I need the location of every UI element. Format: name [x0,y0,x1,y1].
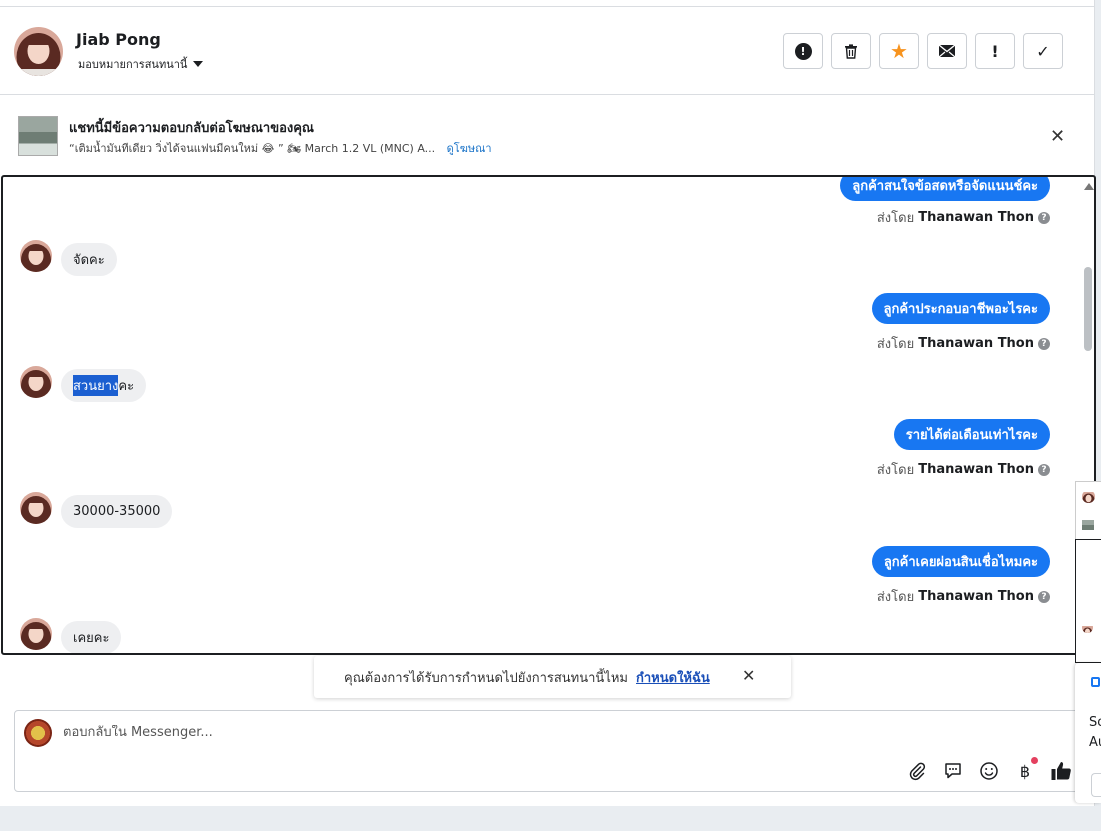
sender-name: Thanawan Thon [918,462,1034,477]
baht-payment-icon: ฿ [1019,761,1031,781]
side-panel-card: So Au [1075,663,1101,803]
mark-unread-button[interactable] [927,33,967,69]
saved-reply-icon [945,763,961,779]
star-button[interactable]: ★ [879,33,919,69]
thumbs-up-icon [1051,762,1071,780]
mark-spam-button[interactable]: ! [783,33,823,69]
conversation-header: Jiab Pong มอบหมายการสนทนานี้ ! ★ ! ✓ [0,7,1095,95]
outgoing-message[interactable]: ลูกค้าประกอบอาชีพอะไรคะ [871,293,1050,324]
outgoing-message[interactable]: รายได้ต่อเดือนเท่าไรคะ [893,419,1050,450]
incoming-message[interactable]: เคยคะ [61,621,122,653]
delete-button[interactable] [831,33,871,69]
side-chat-panel: So Au [1075,481,1101,821]
ad-banner-title: แชทนี้มีข้อความตอบกลับต่อโฆษณาของคุณ [69,121,314,136]
ad-caption: “เติมน้ำมันทีเดียว วิ่งได้จนแฟนมีคนใหม่ … [69,142,436,155]
assign-to-me-link[interactable]: กำหนดให้ฉัน [636,667,710,688]
payment-button[interactable]: ฿ [1013,757,1038,783]
trash-icon [845,44,857,59]
sender-name: Thanawan Thon [918,210,1034,225]
incoming-message[interactable]: 30000-35000 [61,495,173,528]
contact-avatar-small[interactable] [20,618,52,650]
sender-name: Thanawan Thon [918,589,1034,604]
follow-up-button[interactable]: ! [975,33,1015,69]
side-panel-text: So [1089,715,1101,730]
exclamation-icon: ! [991,41,999,61]
sent-by-label: ส่งโดย Thanawan Thon ? [877,207,1050,228]
incoming-message[interactable]: จัดคะ [61,243,117,276]
emoji-icon [980,762,998,780]
close-icon[interactable]: ✕ [1050,126,1065,147]
help-icon[interactable]: ? [1038,463,1050,476]
side-panel-thread [1075,539,1101,663]
paperclip-icon [909,762,926,781]
mail-icon [938,44,956,58]
ad-thumbnail[interactable] [18,116,58,156]
sent-by-prefix: ส่งโดย [876,463,915,478]
outgoing-message[interactable]: ลูกค้าเคยผ่อนสินเชื่อไหมคะ [871,546,1050,577]
header-actions: ! ★ ! ✓ [783,33,1063,69]
contact-avatar-small[interactable] [20,366,52,398]
side-panel-text: Au [1089,735,1101,750]
contact-avatar-mini[interactable] [1082,490,1095,503]
sender-name: Thanawan Thon [918,336,1034,351]
reply-input[interactable] [63,725,763,740]
page: Jiab Pong มอบหมายการสนทนานี้ ! ★ ! ✓ แชท… [0,0,1101,831]
conversation-panel: Jiab Pong มอบหมายการสนทนานี้ ! ★ ! ✓ แชท… [0,0,1096,806]
scrollbar-thumb[interactable] [1084,267,1092,351]
sent-by-label: ส่งโดย Thanawan Thon ? [877,459,1050,480]
message-thread[interactable]: ลูกค้าสนใจข้อสดหรือจัดแนนช์คะ ส่งโดย Tha… [1,175,1096,655]
contact-avatar-small[interactable] [20,240,52,272]
attach-button[interactable] [905,759,929,783]
caret-down-icon [193,61,204,67]
sent-by-prefix: ส่งโดย [876,590,915,605]
selected-text[interactable]: สวนยาง [73,375,119,396]
side-panel-button[interactable] [1091,773,1101,797]
ad-banner-subtitle: “เติมน้ำมันทีเดียว วิ่งได้จนแฟนมีคนใหม่ … [69,139,492,157]
scroll-up-arrow-icon[interactable] [1084,183,1094,190]
contact-name[interactable]: Jiab Pong [76,30,161,49]
close-icon[interactable]: ✕ [742,666,755,685]
view-ad-link[interactable]: ดูโฆษณา [447,142,492,155]
ad-reply-banner: แชทนี้มีข้อความตอบกลับต่อโฆษณาของคุณ “เต… [0,96,1095,174]
contact-avatar-small[interactable] [20,492,52,524]
ad-thumbnail-mini[interactable] [1082,520,1094,530]
assign-prompt-toast: คุณต้องการได้รับการกำหนดไปยังการสนทนานี้… [314,656,791,698]
saved-reply-button[interactable] [941,759,965,783]
check-icon: ✓ [1036,41,1050,61]
sent-by-prefix: ส่งโดย [876,211,915,226]
mark-done-button[interactable]: ✓ [1023,33,1063,69]
outgoing-message[interactable]: ลูกค้าสนใจข้อสดหรือจัดแนนช์คะ [840,177,1050,201]
alert-circle-icon: ! [794,42,812,60]
help-icon[interactable]: ? [1038,337,1050,350]
emoji-button[interactable] [977,759,1001,783]
sent-by-label: ส่งโดย Thanawan Thon ? [877,333,1050,354]
composer-tools: ฿ [905,757,1073,783]
assign-label: มอบหมายการสนทนานี้ [78,58,188,71]
side-panel-header [1075,481,1101,539]
assign-conversation-dropdown[interactable]: มอบหมายการสนทนานี้ [78,55,204,73]
sent-by-label: ส่งโดย Thanawan Thon ? [877,586,1050,607]
contact-avatar[interactable] [14,27,63,76]
star-icon: ★ [890,39,908,63]
message-text: คะ [118,379,135,394]
contact-avatar-mini[interactable] [1082,622,1093,633]
toast-text: คุณต้องการได้รับการกำหนดไปยังการสนทนานี้… [344,670,628,686]
message-composer: ฿ [14,710,1095,792]
app-icon [1091,677,1100,687]
page-avatar [24,719,52,747]
help-icon[interactable]: ? [1038,211,1050,224]
notification-dot [1031,757,1038,764]
like-button[interactable] [1049,759,1073,783]
sent-by-prefix: ส่งโดย [876,337,915,352]
help-icon[interactable]: ? [1038,590,1050,603]
incoming-message[interactable]: สวนยาง คะ [61,369,147,402]
